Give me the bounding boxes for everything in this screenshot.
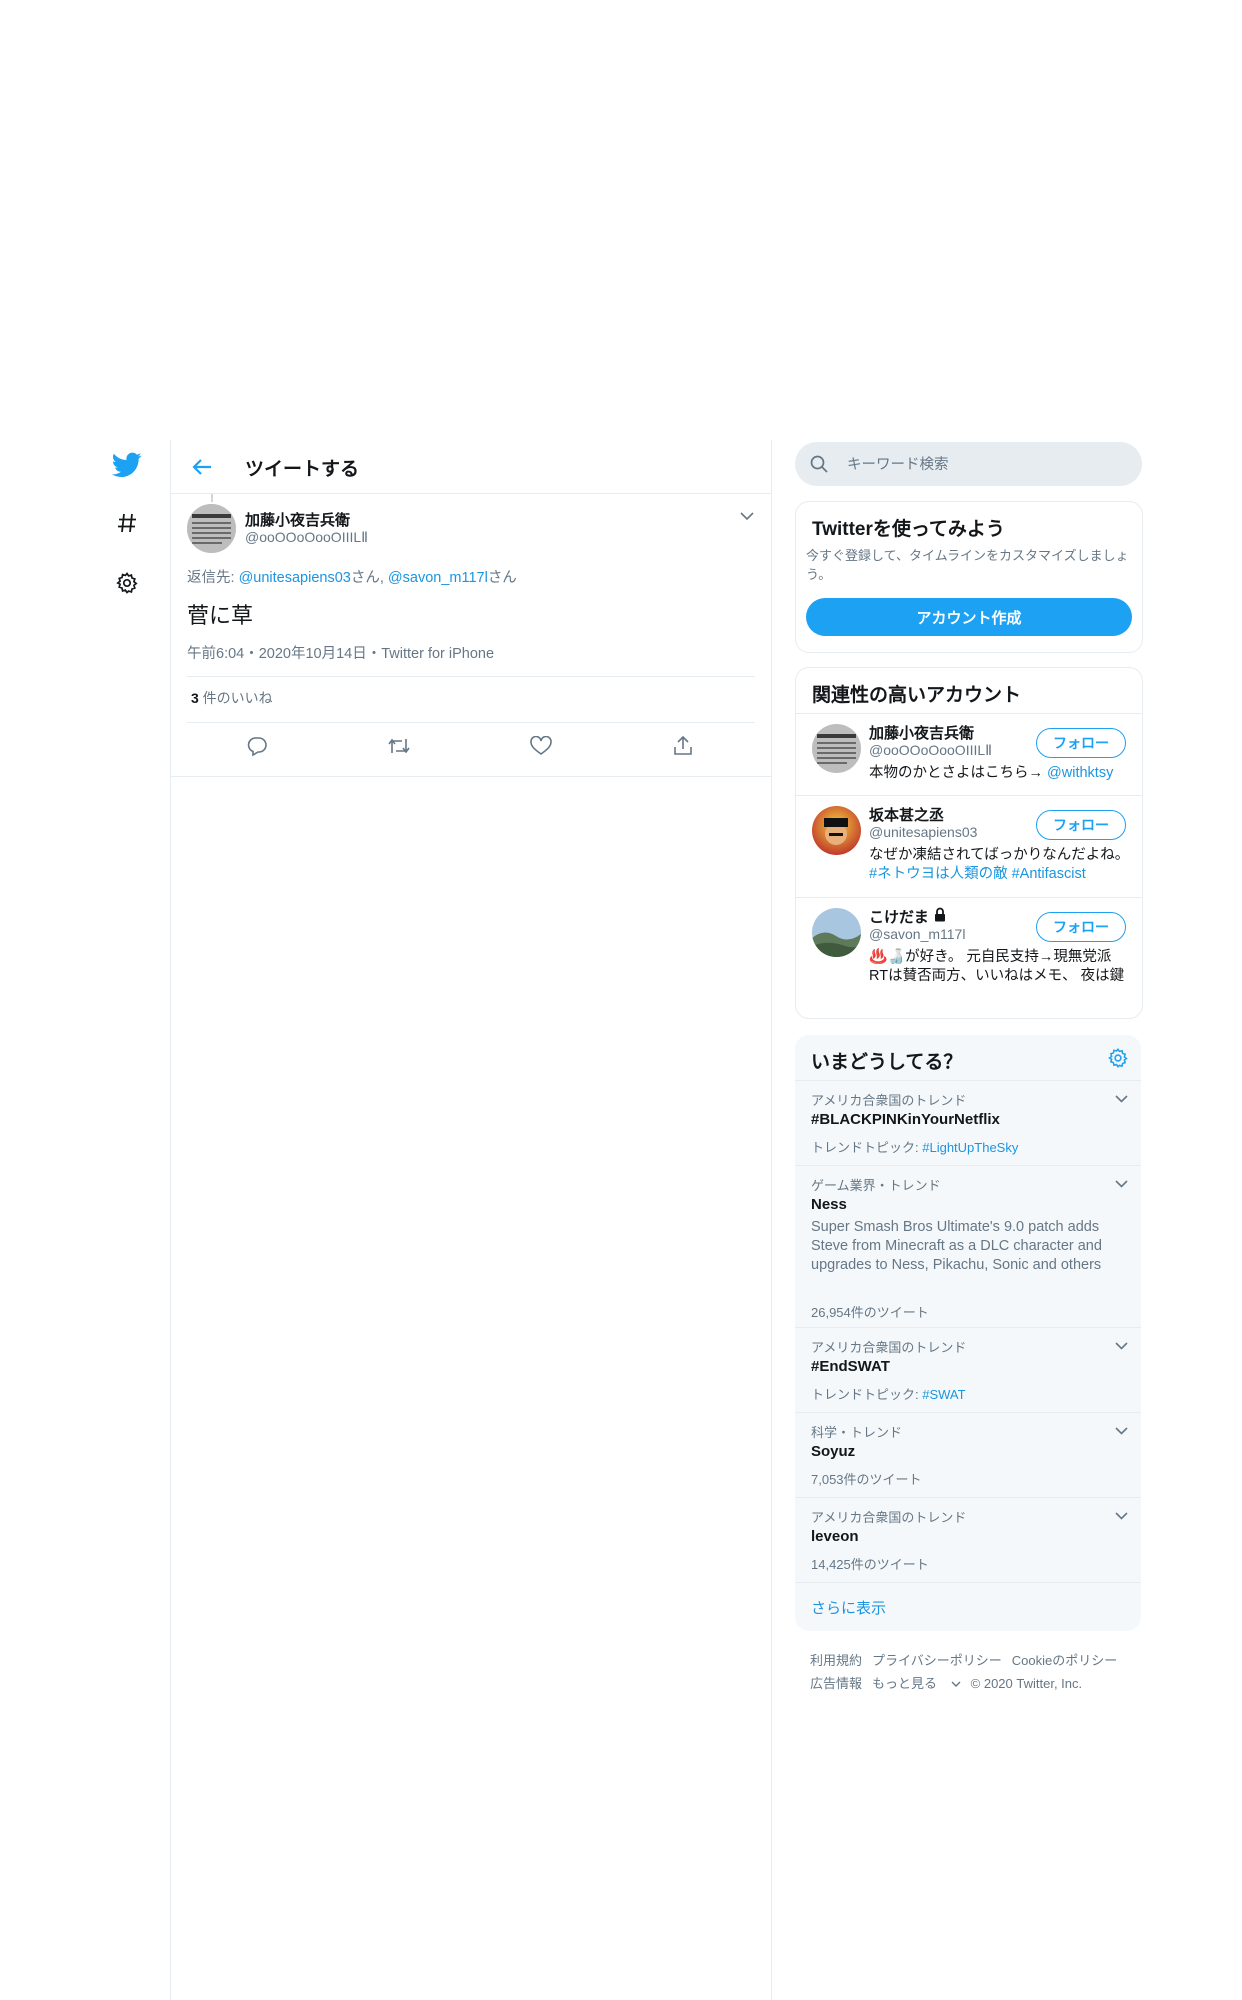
reply-san: さん (487, 570, 517, 586)
chevron-down-icon[interactable] (1111, 1089, 1131, 1109)
gear-icon[interactable] (112, 568, 142, 598)
page-title: ツイートする (245, 459, 360, 480)
page-header: ツイートする (171, 440, 771, 494)
chevron-down-icon[interactable] (1111, 1336, 1131, 1356)
create-account-button[interactable]: アカウント作成 (806, 598, 1132, 636)
reply-prefix: 返信先: (187, 570, 239, 586)
trend-topic: トレンドトピック: #SWAT (811, 1387, 966, 1402)
author-handle[interactable]: @ooOOoOooOIIILⅡ (245, 529, 368, 546)
copyright: © 2020 Twitter, Inc. (970, 1676, 1083, 1691)
trend-tweet-count: 7,053件のツイート (811, 1472, 922, 1487)
trend-description: Super Smash Bros Ultimate's 9.0 patch ad… (811, 1219, 1102, 1273)
reply-to-line: 返信先: @unitesapiens03さん, @savon_m117lさん (187, 566, 517, 587)
account-bio: ♨️🍶が好き。 元自民支持→現無党派 RTは賛否両方、いいねはメモ、 夜は鍵 (869, 949, 1125, 984)
avatar[interactable] (812, 724, 861, 773)
chevron-down-icon[interactable] (1111, 1174, 1131, 1194)
divider (187, 722, 755, 723)
trends-card: いまどうしてる？ アメリカ合衆国のトレンド #BLACKPINKinYourNe… (795, 1035, 1141, 1631)
thread-line (211, 494, 213, 502)
show-more-link[interactable]: さらに表示 (811, 1597, 886, 1618)
chevron-down-icon (951, 1681, 961, 1687)
signup-title: Twitterを使ってみよう (812, 519, 1005, 540)
trend-tweet-count: 26,954件のツイート (811, 1305, 929, 1320)
account-bio: 本物のかとさよはこちら→ @withktsy (869, 765, 1114, 781)
trend-category: 科学・トレンド (811, 1425, 903, 1440)
trend-item[interactable]: アメリカ合衆国のトレンド #EndSWAT トレンドトピック: #SWAT (795, 1327, 1141, 1413)
hashtag-icon[interactable] (112, 508, 142, 538)
account-item[interactable]: 坂本甚之丞 @unitesapiens03 フォロー なぜか凍結されてばっかりな… (796, 795, 1142, 898)
show-more-row[interactable]: さらに表示 (795, 1582, 1141, 1631)
follow-button[interactable]: フォロー (1036, 728, 1126, 758)
follow-button[interactable]: フォロー (1036, 912, 1126, 942)
chevron-down-icon[interactable] (1111, 1421, 1131, 1441)
follow-button[interactable]: フォロー (1036, 810, 1126, 840)
avatar[interactable] (812, 908, 861, 957)
trend-topic: トレンドトピック: #LightUpTheSky (811, 1140, 1019, 1155)
search-icon (809, 454, 829, 479)
retweet-icon[interactable] (385, 732, 413, 760)
reply-user-link[interactable]: @unitesapiens03 (239, 570, 351, 586)
trend-name: leveon (811, 1528, 859, 1545)
footer-link[interactable]: プライバシーポリシー (872, 1653, 1002, 1668)
footer-row-2: 広告情報 もっと見る © 2020 Twitter, Inc. (810, 1673, 1092, 1692)
reply-icon[interactable] (243, 732, 271, 760)
account-item[interactable]: 加藤小夜吉兵衛 @ooOOoOooOIIILⅡ フォロー 本物のかとさよはこちら… (796, 713, 1142, 796)
footer-more-link[interactable]: もっと見る (872, 1676, 961, 1691)
trend-item[interactable]: ゲーム業界・トレンド Ness Super Smash Bros Ultimat… (795, 1165, 1141, 1328)
account-name[interactable]: こけだま (869, 906, 947, 927)
avatar[interactable] (187, 504, 236, 553)
avatar[interactable] (812, 806, 861, 855)
reply-san: さん, (350, 570, 388, 586)
trend-name: Ness (811, 1196, 847, 1213)
trend-category: ゲーム業界・トレンド (811, 1178, 941, 1193)
trend-category: アメリカ合衆国のトレンド (811, 1510, 967, 1525)
trends-settings-gear-icon[interactable] (1107, 1047, 1129, 1069)
like-heart-icon[interactable] (527, 732, 555, 760)
back-arrow-icon[interactable] (187, 453, 217, 481)
divider (187, 676, 755, 677)
footer-row-1: 利用規約 プライバシーポリシー Cookieのポリシー (810, 1650, 1127, 1669)
trend-item[interactable]: アメリカ合衆国のトレンド #BLACKPINKinYourNetflix トレン… (795, 1080, 1141, 1166)
trend-tweet-count: 14,425件のツイート (811, 1557, 929, 1572)
search-box[interactable] (795, 442, 1142, 488)
related-accounts-card: 関連性の高いアカウント 加藤小夜吉兵衛 @ooOOoOooOIIILⅡ フォロー… (795, 667, 1143, 1019)
account-bio: なぜか凍結されてばっかりなんだよね。 #ネトウヨは人類の敵 #Antifasci… (869, 847, 1130, 882)
account-handle: @unitesapiens03 (869, 824, 978, 840)
account-name[interactable]: 加藤小夜吉兵衛 (869, 722, 974, 743)
tweet: 加藤小夜吉兵衛 @ooOOoOooOIIILⅡ 返信先: @unitesapie… (171, 494, 771, 777)
reply-user-link[interactable]: @savon_m117l (388, 570, 488, 586)
main-column: ツイートする 加藤小夜吉兵衛 @ooOOoOooOIIILⅡ 返信先: @uni… (170, 440, 772, 2000)
author-name[interactable]: 加藤小夜吉兵衛 (245, 509, 350, 530)
footer-link[interactable]: 広告情報 (810, 1676, 862, 1691)
account-handle: @ooOOoOooOIIILⅡ (869, 742, 993, 758)
tweet-text: 菅に草 (187, 603, 254, 628)
trend-category: アメリカ合衆国のトレンド (811, 1340, 967, 1355)
likes-count[interactable]: 3 件のいいね (191, 688, 273, 708)
twitter-logo-icon[interactable] (112, 450, 142, 480)
search-input[interactable] (845, 442, 1129, 488)
trend-item[interactable]: アメリカ合衆国のトレンド leveon 14,425件のツイート (795, 1497, 1141, 1583)
trend-name: #EndSWAT (811, 1358, 890, 1375)
tweet-timestamp[interactable]: 午前6:04・2020年10月14日・Twitter for iPhone (187, 642, 494, 663)
signup-card: Twitterを使ってみよう 今すぐ登録して、タイムラインをカスタマイズしましょ… (795, 501, 1143, 653)
trends-title: いまどうしてる？ (811, 1052, 963, 1073)
trend-category: アメリカ合衆国のトレンド (811, 1093, 967, 1108)
share-icon[interactable] (669, 732, 697, 760)
trend-name: Soyuz (811, 1443, 856, 1460)
trend-item[interactable]: 科学・トレンド Soyuz 7,053件のツイート (795, 1412, 1141, 1498)
footer-link[interactable]: Cookieのポリシー (1012, 1653, 1117, 1668)
chevron-down-icon[interactable] (737, 506, 757, 526)
account-item[interactable]: こけだま @savon_m117l フォロー ♨️🍶が好き。 元自民支持→現無党… (796, 897, 1142, 1018)
lock-icon (933, 907, 947, 926)
related-title: 関連性の高いアカウント (812, 685, 1022, 706)
chevron-down-icon[interactable] (1111, 1506, 1131, 1526)
account-handle: @savon_m117l (869, 926, 966, 942)
signup-description: 今すぐ登録して、タイムラインをカスタマイズしましょう。 (806, 548, 1129, 582)
footer-link[interactable]: 利用規約 (810, 1653, 862, 1668)
trend-name: #BLACKPINKinYourNetflix (811, 1111, 1000, 1128)
account-name[interactable]: 坂本甚之丞 (869, 804, 944, 825)
